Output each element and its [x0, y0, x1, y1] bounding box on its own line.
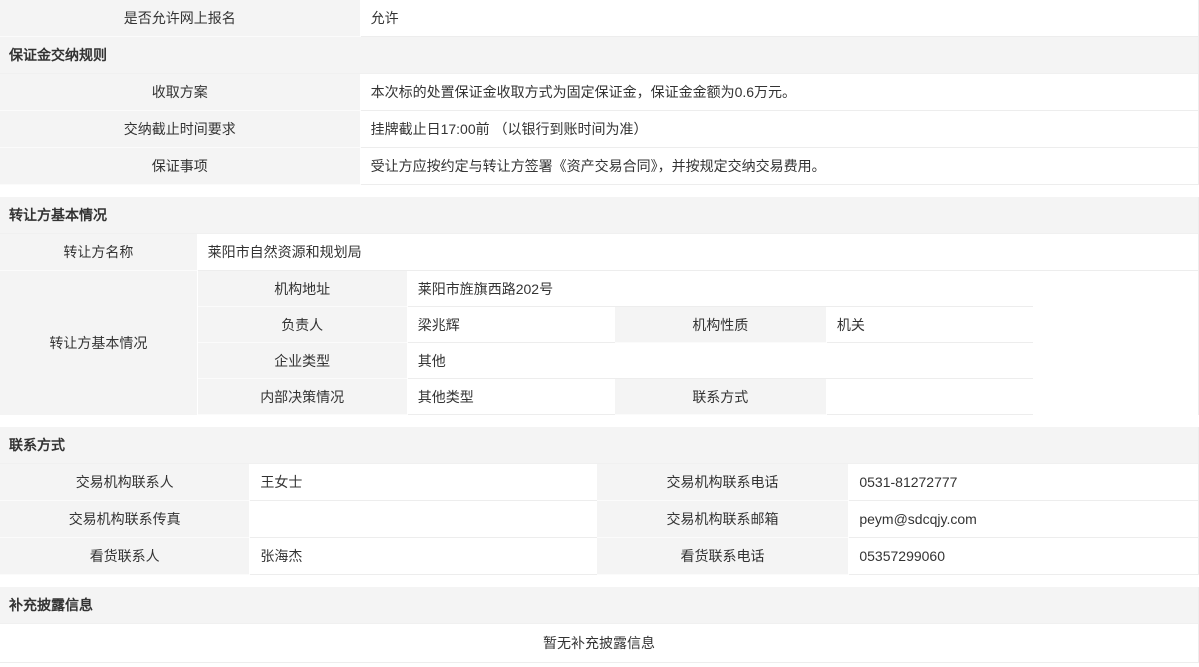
transferor-name-label: 转让方名称	[0, 234, 198, 271]
online-registration-row: 是否允许网上报名 允许	[0, 0, 1198, 37]
org-address-row: 机构地址 莱阳市旌旗西路202号	[198, 271, 1198, 307]
enterprise-type-label: 企业类型	[198, 343, 408, 379]
enterprise-type-row: 企业类型 其他	[198, 343, 1198, 379]
section-gap	[0, 415, 1199, 427]
section-title-contact: 联系方式	[0, 427, 1198, 464]
contact-method-label: 联系方式	[615, 379, 827, 415]
inspection-contact-row: 看货联系人 张海杰 看货联系电话 05357299060	[0, 538, 1198, 575]
trade-fax-label: 交易机构联系传真	[0, 501, 250, 538]
section-title-deposit-rules: 保证金交纳规则	[0, 37, 1198, 74]
inspection-phone-label: 看货联系电话	[597, 538, 850, 575]
internal-decision-label: 内部决策情况	[198, 379, 408, 415]
online-registration-value: 允许	[361, 0, 1198, 37]
internal-decision-value: 其他类型	[408, 379, 615, 415]
trade-email-label: 交易机构联系邮箱	[597, 501, 850, 538]
transferor-detail-group: 转让方基本情况 机构地址 莱阳市旌旗西路202号 负责人 梁兆辉 机构性质 机关…	[0, 271, 1198, 415]
trade-contact-value: 王女士	[250, 464, 596, 501]
section-title-transferor: 转让方基本情况	[0, 197, 1198, 234]
payment-deadline-label: 交纳截止时间要求	[0, 111, 361, 148]
trade-fax-value	[250, 501, 596, 538]
guarantee-matters-value: 受让方应按约定与转让方签署《资产交易合同》，并按规定交纳交易费用。	[361, 148, 1198, 185]
principal-row: 负责人 梁兆辉 机构性质 机关	[198, 307, 1198, 343]
supplement-empty-row: 暂无补充披露信息	[0, 624, 1198, 663]
org-nature-label: 机构性质	[615, 307, 827, 343]
online-registration-label: 是否允许网上报名	[0, 0, 361, 37]
principal-value: 梁兆辉	[408, 307, 615, 343]
payment-deadline-row: 交纳截止时间要求 挂牌截止日17:00前 （以银行到账时间为准）	[0, 111, 1198, 148]
contact-table: 联系方式 交易机构联系人 王女士 交易机构联系电话 0531-81272777 …	[0, 427, 1199, 575]
inspection-contact-value: 张海杰	[250, 538, 596, 575]
org-address-value: 莱阳市旌旗西路202号	[408, 271, 1033, 307]
section-gap	[0, 575, 1199, 587]
trade-phone-value: 0531-81272777	[849, 464, 1198, 501]
transferor-name-value: 莱阳市自然资源和规划局	[198, 234, 1198, 271]
supplement-empty-text: 暂无补充披露信息	[0, 624, 1198, 663]
section-title-supplement: 补充披露信息	[0, 587, 1198, 624]
supplement-table: 补充披露信息 暂无补充披露信息	[0, 587, 1199, 663]
trade-contact-row: 交易机构联系人 王女士 交易机构联系电话 0531-81272777	[0, 464, 1198, 501]
section-gap	[0, 185, 1199, 197]
inspection-phone-value: 05357299060	[849, 538, 1198, 575]
collection-plan-label: 收取方案	[0, 74, 361, 111]
transferor-name-row: 转让方名称 莱阳市自然资源和规划局	[0, 234, 1198, 271]
enterprise-type-value: 其他	[408, 343, 1033, 379]
principal-label: 负责人	[198, 307, 408, 343]
contact-method-value	[827, 379, 1033, 415]
transferor-group-label: 转让方基本情况	[0, 271, 198, 415]
deposit-rules-table: 是否允许网上报名 允许 保证金交纳规则 收取方案 本次标的处置保证金收取方式为固…	[0, 0, 1199, 185]
collection-plan-value: 本次标的处置保证金收取方式为固定保证金，保证金金额为0.6万元。	[361, 74, 1198, 111]
trade-contact-label: 交易机构联系人	[0, 464, 250, 501]
transferor-table: 转让方基本情况 转让方名称 莱阳市自然资源和规划局 转让方基本情况 机构地址 莱…	[0, 197, 1199, 415]
org-nature-value: 机关	[827, 307, 1033, 343]
payment-deadline-value: 挂牌截止日17:00前 （以银行到账时间为准）	[361, 111, 1198, 148]
trade-phone-label: 交易机构联系电话	[597, 464, 850, 501]
trade-email-value: peym@sdcqjy.com	[849, 501, 1198, 538]
fax-email-row: 交易机构联系传真 交易机构联系邮箱 peym@sdcqjy.com	[0, 501, 1198, 538]
guarantee-matters-label: 保证事项	[0, 148, 361, 185]
guarantee-matters-row: 保证事项 受让方应按约定与转让方签署《资产交易合同》，并按规定交纳交易费用。	[0, 148, 1198, 185]
inspection-contact-label: 看货联系人	[0, 538, 250, 575]
collection-plan-row: 收取方案 本次标的处置保证金收取方式为固定保证金，保证金金额为0.6万元。	[0, 74, 1198, 111]
asset-disclosure-page: 是否允许网上报名 允许 保证金交纳规则 收取方案 本次标的处置保证金收取方式为固…	[0, 0, 1199, 663]
org-address-label: 机构地址	[198, 271, 408, 307]
internal-decision-row: 内部决策情况 其他类型 联系方式	[198, 379, 1198, 415]
